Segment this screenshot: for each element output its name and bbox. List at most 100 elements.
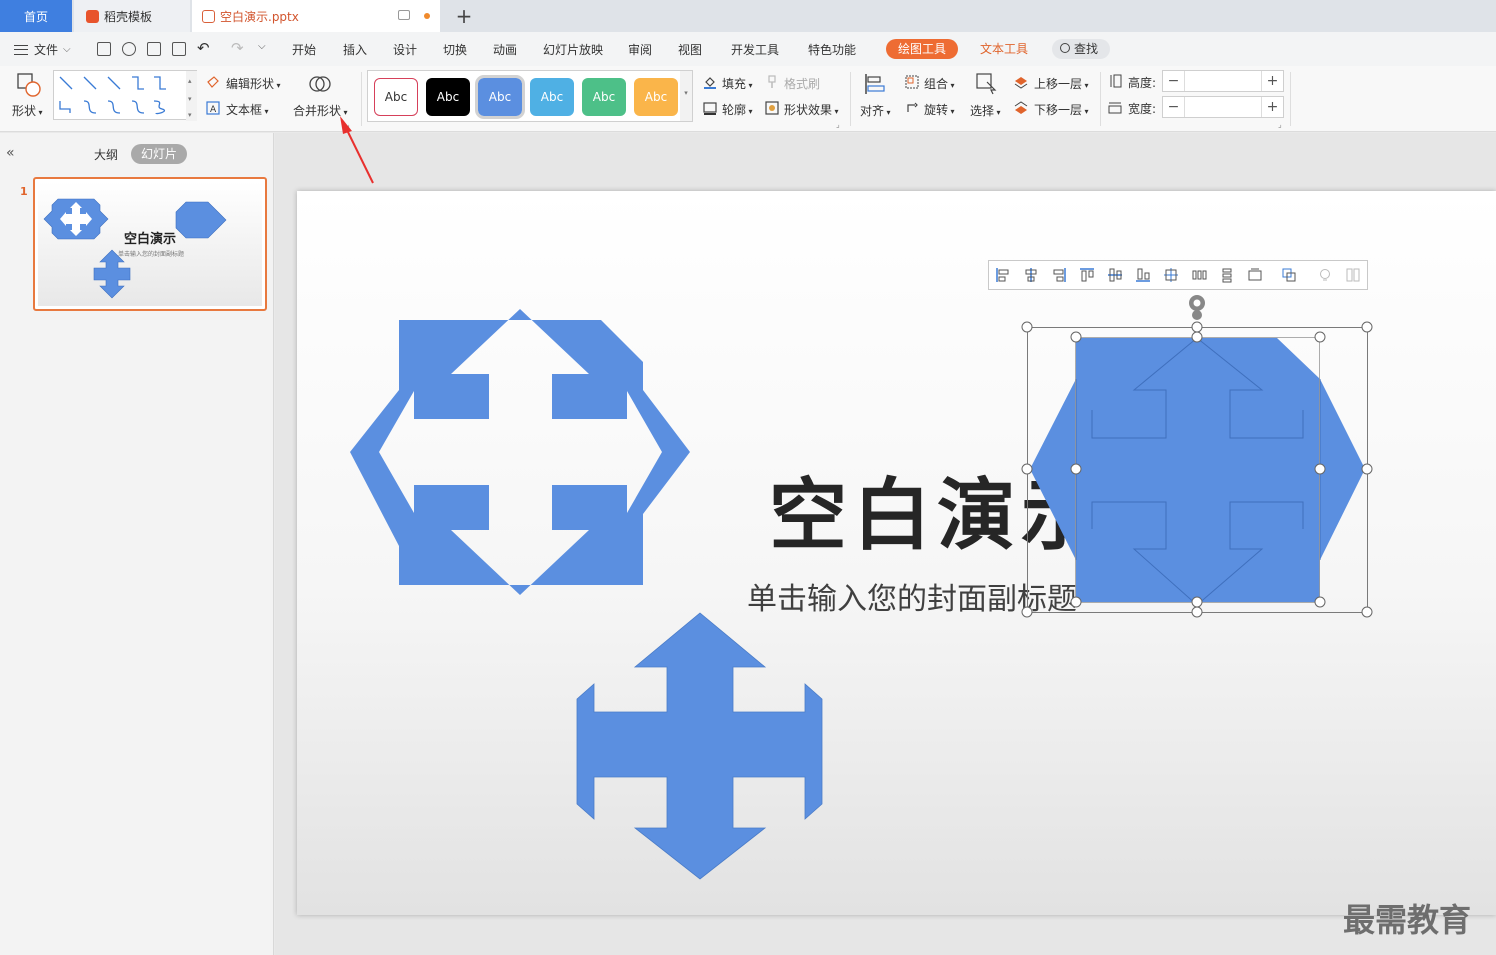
find-button[interactable]: 查找	[1052, 39, 1111, 59]
print-preview-icon[interactable]	[172, 42, 186, 56]
tab-document[interactable]: 空白演示.pptx	[192, 0, 440, 32]
quick-access-dropdown-icon[interactable]: ⌵	[258, 41, 266, 52]
four-way-arrow-shape[interactable]	[576, 612, 823, 880]
print-icon[interactable]	[147, 42, 161, 56]
edit-shape-button[interactable]: 编辑形状 ▾	[226, 75, 281, 92]
ribbon-divider	[1290, 72, 1291, 126]
dialog-launcher-icon[interactable]: ⌟	[346, 120, 350, 129]
menu-features[interactable]: 特色功能	[808, 41, 856, 58]
format-painter-button[interactable]: 格式刷	[784, 75, 820, 92]
gallery-scroll-icon[interactable]: ▾	[680, 71, 692, 121]
height-increase-button[interactable]: +	[1261, 71, 1283, 91]
merge-shapes-button[interactable]: 合并形状 ▾	[293, 102, 348, 119]
distribute-horizontal-icon[interactable]	[1191, 267, 1207, 283]
height-stepper[interactable]: − +	[1162, 70, 1284, 92]
menu-transition[interactable]: 切换	[443, 41, 467, 58]
fill-button[interactable]: 填充 ▾	[722, 75, 753, 92]
monitor-icon[interactable]	[398, 10, 410, 20]
unsaved-dot-icon	[424, 13, 430, 19]
slide-canvas[interactable]: 空白演示 单击输入您的封面副标题	[297, 191, 1496, 915]
chevron-down-icon: ⌵	[63, 44, 71, 55]
align-center-icon[interactable]	[1023, 267, 1039, 283]
center-on-slide-icon[interactable]	[1163, 267, 1179, 283]
drawing-tools-tab[interactable]: 绘图工具	[886, 39, 959, 59]
shape-gallery[interactable]: ▴ ▾ ▾	[53, 70, 197, 121]
shape-insert-icon[interactable]	[16, 72, 42, 98]
lightbulb-icon[interactable]	[1317, 267, 1333, 283]
docer-icon	[86, 9, 99, 23]
dropdown-caret-icon: ▾	[274, 81, 281, 90]
dropdown-caret-icon: ▾	[948, 81, 955, 90]
style-swatch-blue[interactable]: Abc	[475, 75, 525, 119]
rotate-button[interactable]: 旋转 ▾	[924, 101, 955, 118]
align-icon	[865, 74, 885, 94]
shape-style-gallery[interactable]: Abc Abc Abc Abc Abc Abc ▾	[367, 70, 693, 122]
textbox-label: 文本框	[226, 103, 263, 117]
slides-tab[interactable]: 幻灯片	[131, 144, 188, 164]
menu-insert[interactable]: 插入	[343, 41, 367, 58]
save-icon[interactable]	[97, 42, 111, 56]
group-button[interactable]: 组合 ▾	[924, 75, 955, 92]
format-brush-icon	[768, 75, 776, 88]
format-painter-icon[interactable]	[122, 42, 136, 56]
align-bottom-icon[interactable]	[1135, 267, 1151, 283]
bring-forward-icon	[1014, 77, 1028, 89]
rotate-icon	[907, 102, 918, 112]
panel-layout-icon[interactable]	[1345, 267, 1361, 283]
menu-review[interactable]: 审阅	[628, 41, 652, 58]
text-tools-tab[interactable]: 文本工具	[968, 39, 1040, 59]
svg-text:A: A	[210, 105, 217, 115]
merged-shape-octagon[interactable]	[350, 309, 690, 595]
style-swatch-orange[interactable]: Abc	[634, 78, 678, 116]
collapse-panel-icon[interactable]: «	[6, 145, 15, 161]
height-decrease-button[interactable]: −	[1163, 71, 1185, 91]
align-top-icon[interactable]	[1079, 267, 1095, 283]
align-middle-icon[interactable]	[1107, 267, 1123, 283]
menu-design[interactable]: 设计	[393, 41, 417, 58]
send-backward-button[interactable]: 下移一层 ▾	[1034, 101, 1089, 118]
selected-shape[interactable]	[1021, 295, 1373, 618]
menu-slideshow[interactable]: 幻灯片放映	[543, 41, 603, 58]
menu-start[interactable]: 开始	[292, 41, 316, 58]
outline-button[interactable]: 轮廓 ▾	[722, 101, 753, 118]
width-stepper[interactable]: − +	[1162, 96, 1284, 118]
select-button[interactable]: 选择 ▾	[970, 102, 1001, 119]
rotate-handle-icon[interactable]	[1189, 295, 1205, 320]
textbox-button[interactable]: 文本框 ▾	[226, 101, 269, 118]
tab-home[interactable]: 首页	[0, 0, 72, 32]
menu-animation[interactable]: 动画	[493, 41, 517, 58]
redo-icon[interactable]: ↷	[231, 39, 244, 57]
style-swatch-black[interactable]: Abc	[426, 78, 470, 116]
style-swatch-outline[interactable]: Abc	[374, 78, 418, 116]
shape-effects-button[interactable]: 形状效果 ▾	[784, 101, 839, 118]
dialog-launcher-icon[interactable]: ⌟	[836, 120, 840, 129]
distribute-vertical-icon[interactable]	[1219, 267, 1235, 283]
bring-forward-button[interactable]: 上移一层 ▾	[1034, 75, 1089, 92]
height-label: 高度:	[1128, 76, 1157, 90]
shape-button[interactable]: 形状 ▾	[12, 102, 43, 119]
outline-tab[interactable]: 大纲	[94, 146, 118, 163]
undo-icon[interactable]: ↶	[197, 39, 210, 57]
width-increase-button[interactable]: +	[1261, 97, 1283, 117]
slide-thumbnail[interactable]: 空白演示 单击输入您的封面副标题	[33, 177, 267, 311]
width-decrease-button[interactable]: −	[1163, 97, 1185, 117]
file-menu[interactable]: 文件 ⌵	[14, 41, 71, 58]
arrange-icon[interactable]	[1281, 267, 1297, 283]
dropdown-caret-icon: ▾	[746, 81, 753, 90]
dialog-launcher-icon[interactable]: ⌟	[1278, 120, 1282, 129]
style-swatch-cyan[interactable]: Abc	[530, 78, 574, 116]
dropdown-caret-icon: ▾	[262, 107, 269, 116]
tab-template[interactable]: 稻壳模板	[74, 0, 190, 32]
menu-view[interactable]: 视图	[678, 41, 702, 58]
menu-developer[interactable]: 开发工具	[731, 41, 779, 58]
ribbon-toolbar: 形状 ▾ ▴ ▾ ▾ 编辑形状 ▾ A 文本框 ▾ 合并形状 ▾ ⌟ Abc Abc…	[0, 66, 1496, 132]
ribbon-divider	[1100, 72, 1101, 126]
align-button[interactable]: 对齐 ▾	[860, 102, 891, 119]
style-swatch-green[interactable]: Abc	[582, 78, 626, 116]
new-tab-plus-icon[interactable]: +	[452, 4, 476, 28]
fit-slide-icon[interactable]	[1247, 267, 1263, 283]
align-right-icon[interactable]	[1051, 267, 1067, 283]
watermark: 最需教育	[1343, 901, 1472, 939]
svg-text:▾: ▾	[188, 95, 192, 103]
align-left-icon[interactable]	[995, 267, 1011, 283]
